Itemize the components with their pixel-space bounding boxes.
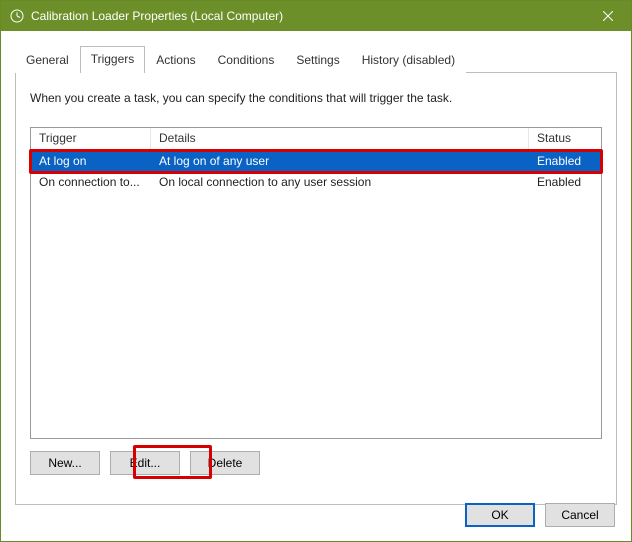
titlebar: Calibration Loader Properties (Local Com… <box>1 1 631 31</box>
cell-trigger: On connection to... <box>31 173 151 191</box>
listview-header: Trigger Details Status <box>31 128 601 150</box>
cell-status: Enabled <box>529 152 601 170</box>
column-header-trigger[interactable]: Trigger <box>31 128 151 149</box>
dialog-buttons: OK Cancel <box>465 503 615 527</box>
close-icon <box>603 11 613 21</box>
delete-button[interactable]: Delete <box>190 451 260 475</box>
tabstrip: General Triggers Actions Conditions Sett… <box>15 45 617 73</box>
ok-button[interactable]: OK <box>465 503 535 527</box>
column-header-details[interactable]: Details <box>151 128 529 149</box>
column-header-status[interactable]: Status <box>529 128 601 149</box>
tab-panel-triggers: When you create a task, you can specify … <box>15 73 617 505</box>
trigger-buttons: New... Edit... Delete <box>30 451 602 475</box>
table-row[interactable]: At log on At log on of any user Enabled <box>31 150 601 171</box>
tab-conditions[interactable]: Conditions <box>207 48 286 73</box>
tab-settings[interactable]: Settings <box>285 48 350 73</box>
cell-trigger: At log on <box>31 152 151 170</box>
new-button[interactable]: New... <box>30 451 100 475</box>
client-area: General Triggers Actions Conditions Sett… <box>1 31 631 541</box>
edit-button[interactable]: Edit... <box>110 451 180 475</box>
tab-actions[interactable]: Actions <box>145 48 206 73</box>
cell-status: Enabled <box>529 173 601 191</box>
close-button[interactable] <box>585 1 631 31</box>
tab-history[interactable]: History (disabled) <box>351 48 466 73</box>
description-text: When you create a task, you can specify … <box>30 91 602 105</box>
clock-icon <box>9 8 25 24</box>
triggers-listview[interactable]: Trigger Details Status At log on At log … <box>30 127 602 439</box>
properties-dialog: Calibration Loader Properties (Local Com… <box>0 0 632 542</box>
cell-details: At log on of any user <box>151 152 529 170</box>
cancel-button[interactable]: Cancel <box>545 503 615 527</box>
tab-triggers[interactable]: Triggers <box>80 46 146 73</box>
cell-details: On local connection to any user session <box>151 173 529 191</box>
table-row[interactable]: On connection to... On local connection … <box>31 171 601 192</box>
window-title: Calibration Loader Properties (Local Com… <box>31 9 585 23</box>
tab-general[interactable]: General <box>15 48 80 73</box>
